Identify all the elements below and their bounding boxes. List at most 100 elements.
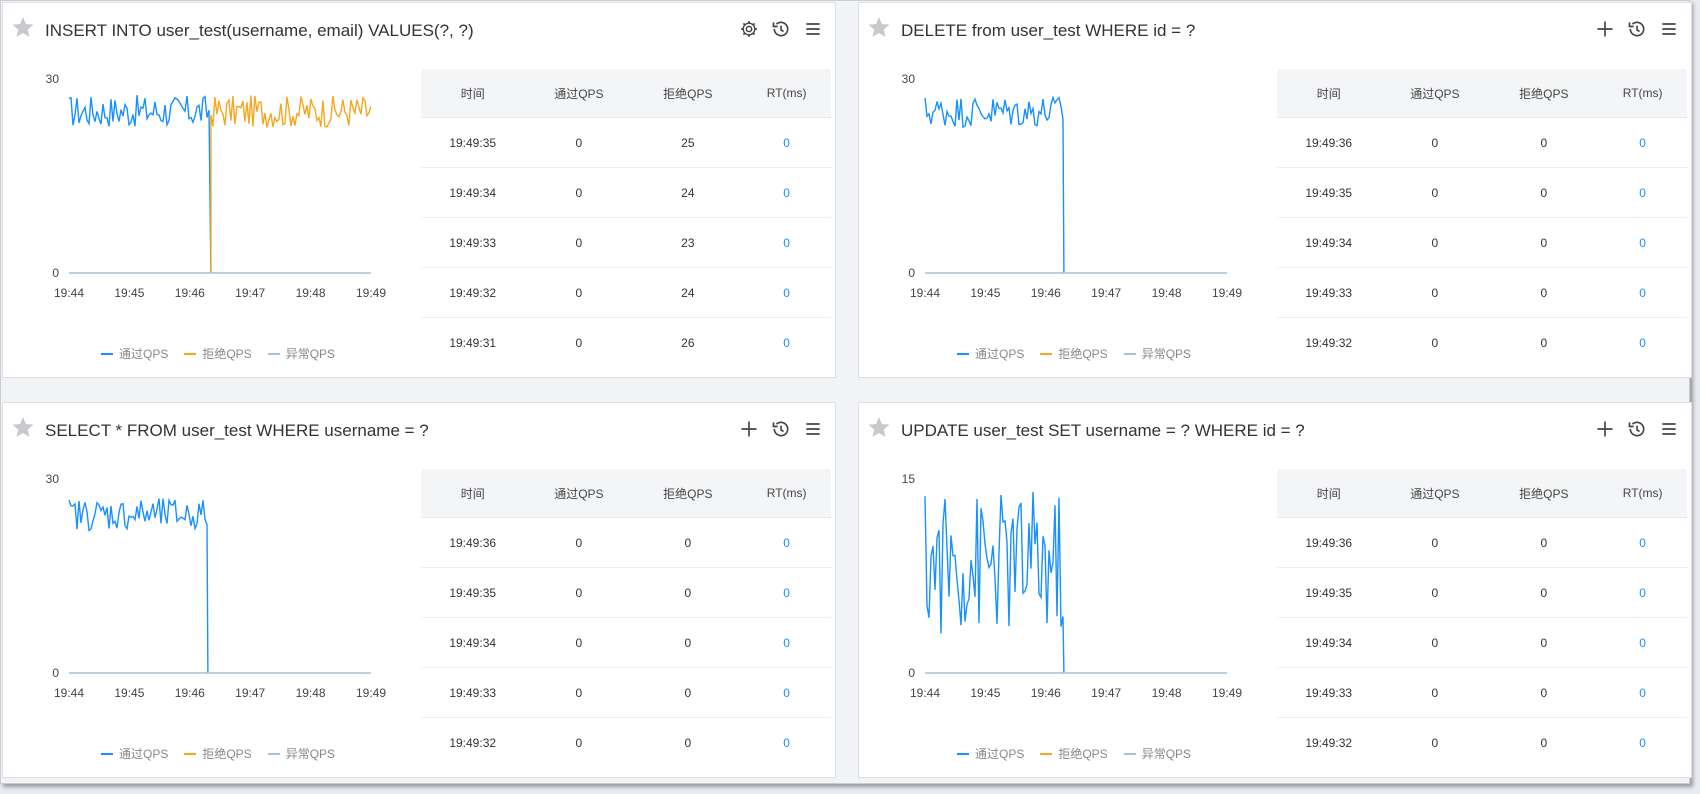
cell-time: 19:49:34 [1277,617,1381,668]
table-row: 19:49:34 0 0 0 [1277,617,1687,668]
header-rt[interactable]: RT(ms) [1598,69,1687,118]
x-tick-label: 19:49 [1212,686,1242,700]
header-pass[interactable]: 通过QPS [1380,69,1490,118]
gear-icon[interactable] [737,17,761,41]
header-pass[interactable]: 通过QPS [1380,469,1490,518]
cell-pass: 0 [524,567,634,618]
x-tick-label: 19:44 [54,286,84,300]
cell-pass: 0 [524,117,634,168]
header-time[interactable]: 时间 [421,69,525,118]
menu-icon[interactable] [1657,417,1681,441]
cell-pass: 0 [1380,117,1490,168]
menu-icon[interactable] [1657,17,1681,41]
cell-time: 19:49:36 [1277,517,1381,568]
history-icon[interactable] [769,417,793,441]
cell-time: 19:49:33 [1277,667,1381,718]
cell-rt: 0 [783,735,790,750]
qps-chart: 0 30 19:44 19:45 19:46 19:47 19:48 19:49 [46,472,387,700]
plus-icon[interactable] [1593,17,1617,41]
cell-block: 26 [681,335,695,350]
cell-time: 19:49:31 [449,335,497,350]
header-rt[interactable]: RT(ms) [1598,469,1687,518]
cell-rt: 0 [742,617,831,668]
cell-time: 19:49:33 [421,217,525,268]
cell-rt: 0 [742,117,831,168]
y-tick-label: 0 [52,666,59,680]
table-row: 19:49:32 0 0 0 [1277,318,1687,368]
legend-pass[interactable]: 通过QPS [957,345,1024,362]
history-icon[interactable] [769,17,793,41]
cell-time: 19:49:36 [421,517,525,568]
cell-pass: 0 [1380,217,1490,268]
cell-pass: 0 [1380,667,1490,718]
x-tick-label: 19:48 [296,686,326,700]
header-pass[interactable]: 通过QPS [524,469,634,518]
plus-icon[interactable] [1593,417,1617,441]
plus-icon[interactable] [737,417,761,441]
table-row: 19:49:32 0 24 0 [421,267,831,318]
header-rt[interactable]: RT(ms) [742,469,831,518]
legend-exception[interactable]: 异常QPS [1123,745,1191,762]
cell-time: 19:49:32 [449,735,497,750]
cell-block: 0 [633,667,743,718]
series-line [924,95,1065,274]
cell-block: 0 [1540,735,1548,750]
header-block[interactable]: 拒绝QPS [1489,69,1599,118]
cell-time: 19:49:32 [1305,735,1353,750]
legend-block[interactable]: 拒绝QPS [1040,745,1108,762]
table-row: 19:49:33 0 0 0 [1277,667,1687,718]
x-tick-label: 19:48 [1152,286,1182,300]
cell-block: 0 [1489,167,1599,218]
cell-rt: 0 [742,267,831,318]
legend-block[interactable]: 拒绝QPS [184,745,252,762]
menu-icon[interactable] [801,417,825,441]
legend-exception[interactable]: 异常QPS [267,345,335,362]
x-tick-label: 19:44 [54,686,84,700]
cell-pass: 0 [1431,335,1439,350]
header-rt[interactable]: RT(ms) [742,69,831,118]
cell-rt: 0 [1598,267,1687,318]
cell-rt: 0 [742,517,831,568]
series-line [68,95,212,274]
legend-pass[interactable]: 通过QPS [957,745,1024,762]
y-tick-label: 30 [46,72,60,86]
cell-rt: 0 [1598,617,1687,668]
cell-block: 25 [633,117,743,168]
cell-pass: 0 [1380,567,1490,618]
cell-pass: 0 [1431,735,1439,750]
table-row: 19:49:31 0 26 0 [421,318,831,368]
x-tick-label: 19:47 [1091,286,1121,300]
legend-pass[interactable]: 通过QPS [101,745,168,762]
header-time[interactable]: 时间 [421,469,525,518]
cell-block: 0 [633,567,743,618]
cell-time: 19:49:35 [1277,567,1381,618]
header-block[interactable]: 拒绝QPS [1489,469,1599,518]
header-block[interactable]: 拒绝QPS [633,69,743,118]
x-tick-label: 19:46 [175,286,205,300]
header-pass[interactable]: 通过QPS [524,69,634,118]
x-tick-label: 19:46 [1031,686,1061,700]
cell-block: 0 [684,735,692,750]
x-tick-label: 19:45 [970,286,1000,300]
legend-exception[interactable]: 异常QPS [267,745,335,762]
resource-panel-select: SELECT * FROM user_test WHERE username =… [2,402,836,778]
history-icon[interactable] [1625,17,1649,41]
table-row: 19:49:32 0 0 0 [421,718,831,768]
header-time[interactable]: 时间 [1277,69,1381,118]
legend-exception[interactable]: 异常QPS [1123,345,1191,362]
table-row: 19:49:35 0 0 0 [1277,167,1687,218]
series-line [68,497,209,674]
legend-block[interactable]: 拒绝QPS [184,345,252,362]
history-icon[interactable] [1625,417,1649,441]
cell-rt: 0 [1598,667,1687,718]
cell-time: 19:49:32 [421,267,525,318]
header-time[interactable]: 时间 [1277,469,1381,518]
cell-time: 19:49:35 [421,117,525,168]
table-row: 19:49:34 0 24 0 [421,167,831,218]
header-block[interactable]: 拒绝QPS [633,469,743,518]
legend-pass[interactable]: 通过QPS [101,345,168,362]
cell-time: 19:49:33 [421,667,525,718]
cell-time: 19:49:34 [421,167,525,218]
legend-block[interactable]: 拒绝QPS [1040,345,1108,362]
menu-icon[interactable] [801,17,825,41]
